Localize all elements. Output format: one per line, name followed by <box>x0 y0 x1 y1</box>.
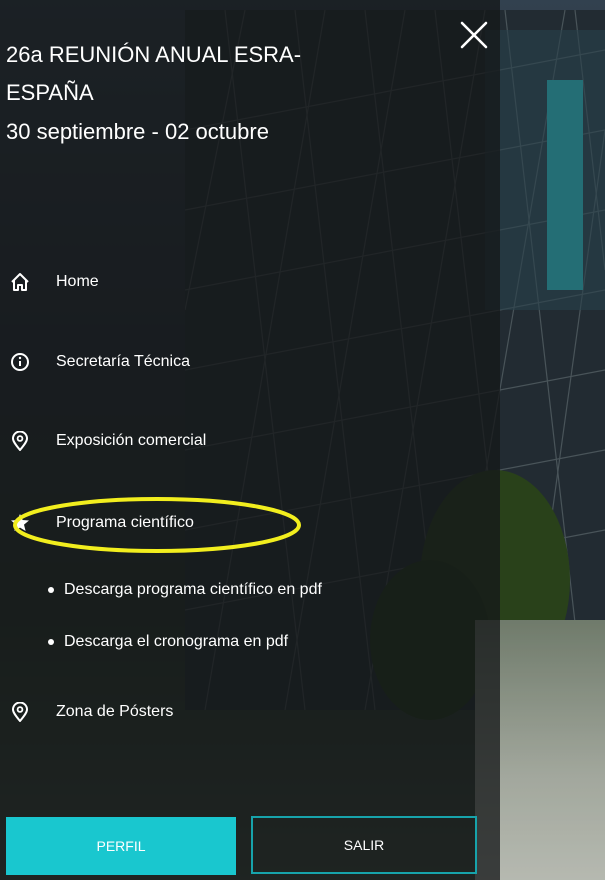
submenu-item-descarga-programa[interactable]: Descarga programa científico en pdf <box>48 575 322 605</box>
menu-item-exposicion-comercial[interactable]: Exposición comercial <box>0 421 206 461</box>
event-title: 26a REUNIÓN ANUAL ESRA-ESPAÑA <box>6 42 302 105</box>
home-icon <box>10 272 30 292</box>
menu-item-label: Secretaría Técnica <box>56 353 190 370</box>
info-icon <box>10 352 30 372</box>
submenu-item-label: Descarga el cronograma en pdf <box>64 633 289 650</box>
close-icon <box>460 21 488 49</box>
menu-item-secretaria-tecnica[interactable]: Secretaría Técnica <box>0 342 190 382</box>
menu-item-home[interactable]: Home <box>0 262 99 302</box>
menu-item-label: Zona de Pósters <box>56 703 174 720</box>
screen: 26a REUNIÓN ANUAL ESRA-ESPAÑA 30 septiem… <box>0 0 605 880</box>
bullet-icon <box>48 639 54 645</box>
close-button[interactable] <box>456 17 492 53</box>
salir-button[interactable]: SALIR <box>251 816 477 874</box>
star-icon <box>10 513 30 533</box>
perfil-button[interactable]: PERFIL <box>6 817 236 875</box>
bullet-icon <box>48 587 54 593</box>
location-pin-icon <box>10 702 30 722</box>
location-pin-icon <box>10 431 30 451</box>
submenu-item-label: Descarga programa científico en pdf <box>64 581 322 598</box>
menu-item-label: Programa científico <box>56 514 194 531</box>
event-dates: 30 septiembre - 02 octubre <box>6 119 269 144</box>
overlay-shade <box>500 0 605 880</box>
menu-item-zona-posters[interactable]: Zona de Pósters <box>0 692 173 732</box>
menu-item-label: Exposición comercial <box>56 432 207 449</box>
menu-item-label: Home <box>56 273 99 290</box>
submenu-item-descarga-cronograma[interactable]: Descarga el cronograma en pdf <box>48 627 288 657</box>
menu-item-programa-cientifico[interactable]: Programa científico <box>0 503 194 543</box>
